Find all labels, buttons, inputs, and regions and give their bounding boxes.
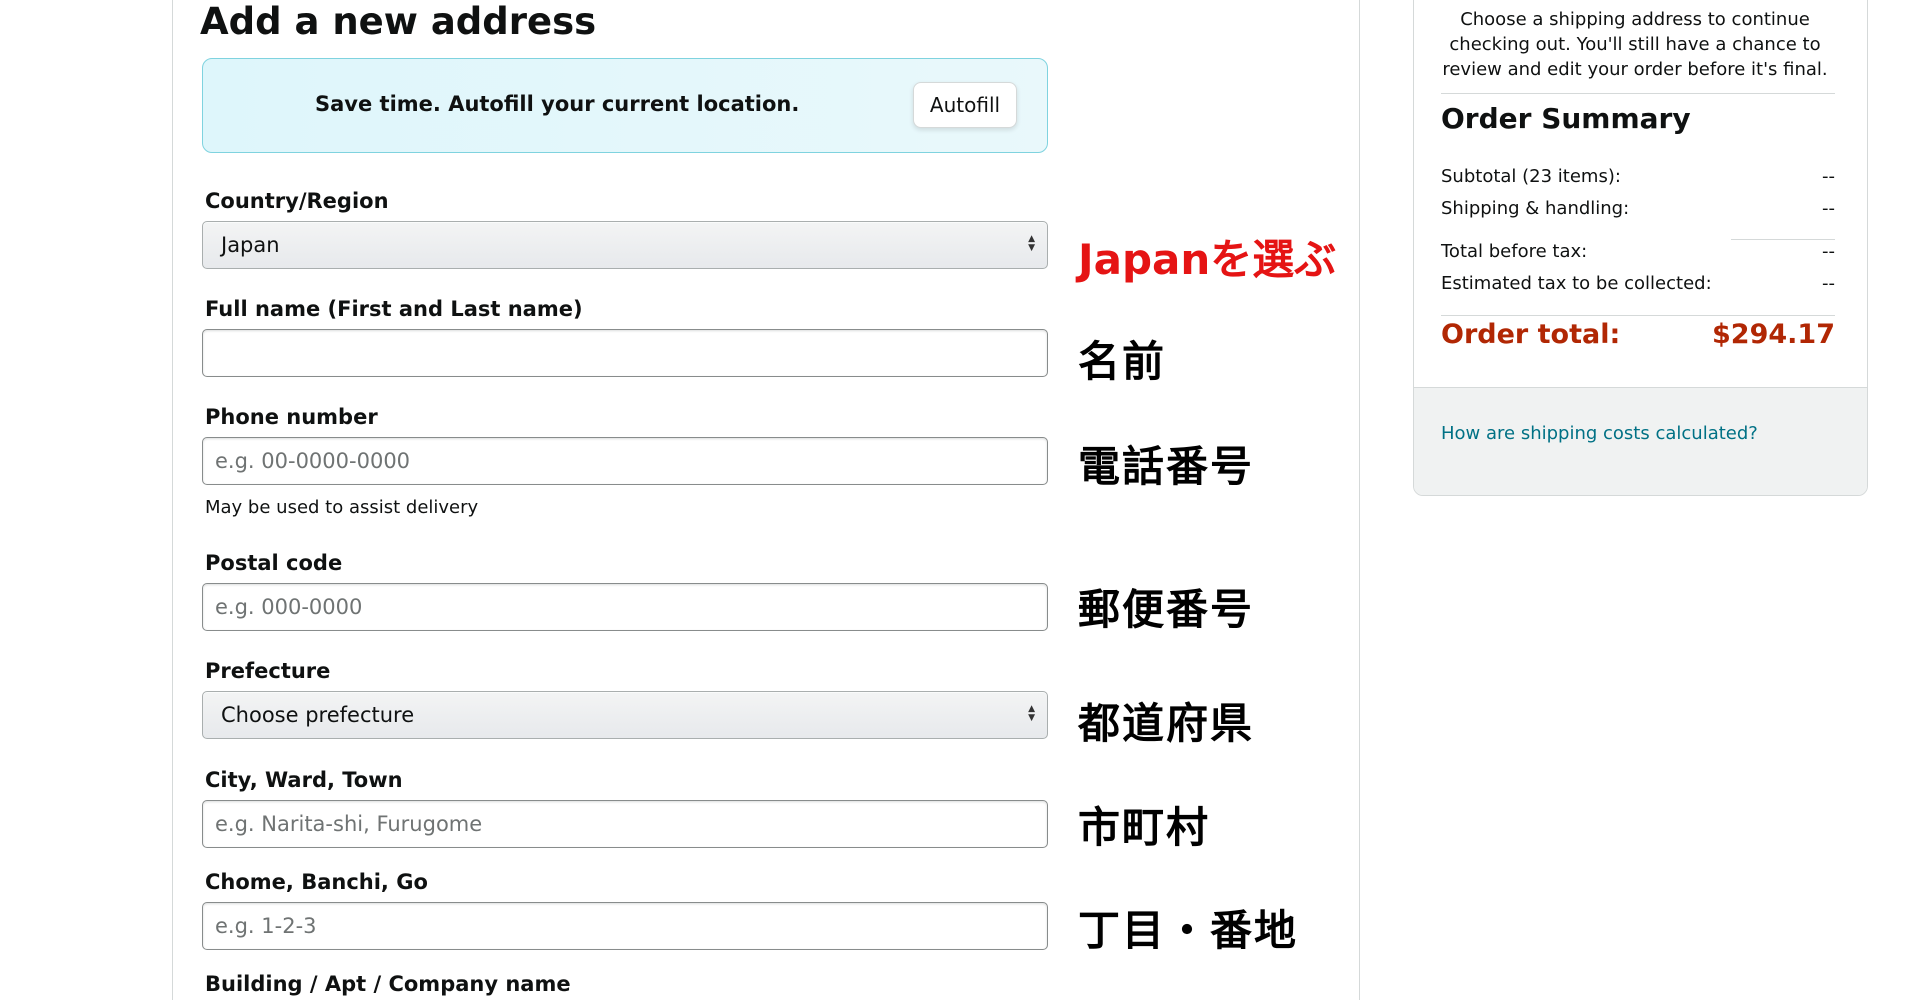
autofill-button[interactable]: Autofill xyxy=(913,82,1017,128)
building-label: Building / Apt / Company name xyxy=(205,972,571,996)
phone-label: Phone number xyxy=(205,405,378,429)
order-total-value: $294.17 xyxy=(1712,319,1835,350)
annotation-country: Japanを選ぶ xyxy=(1078,235,1337,284)
annotation-prefecture: 都道府県 xyxy=(1078,699,1255,748)
select-arrows-icon: ▲ ▼ xyxy=(1028,234,1035,253)
full-name-input[interactable] xyxy=(202,329,1048,377)
full-name-label: Full name (First and Last name) xyxy=(205,297,583,321)
prefecture-select-value: Choose prefecture xyxy=(221,703,415,727)
chome-label: Chome, Banchi, Go xyxy=(205,870,428,894)
autofill-text: Save time. Autofill your current locatio… xyxy=(315,92,800,116)
prefecture-select[interactable]: Choose prefecture ▲ ▼ xyxy=(202,691,1048,739)
annotation-postal-code: 郵便番号 xyxy=(1078,585,1255,634)
postal-code-label: Postal code xyxy=(205,551,343,575)
shipping-costs-link[interactable]: How are shipping costs calculated? xyxy=(1441,423,1758,444)
autofill-banner: Save time. Autofill your current locatio… xyxy=(202,58,1048,153)
annotation-phone: 電話番号 xyxy=(1078,442,1255,491)
summary-divider xyxy=(1731,239,1835,240)
tax-label: Estimated tax to be collected: xyxy=(1441,273,1712,294)
subtotal-value: -- xyxy=(1822,166,1835,187)
city-label: City, Ward, Town xyxy=(205,768,403,792)
tax-value: -- xyxy=(1822,273,1835,294)
country-select[interactable]: Japan ▲ ▼ xyxy=(202,221,1048,269)
summary-divider xyxy=(1441,315,1835,316)
shipping-value: -- xyxy=(1822,198,1835,219)
phone-helper-text: May be used to assist delivery xyxy=(205,497,479,518)
annotation-full-name: 名前 xyxy=(1078,337,1167,386)
order-summary-title: Order Summary xyxy=(1441,102,1691,135)
order-summary-card: Choose a shipping address to continue ch… xyxy=(1413,0,1868,496)
order-total-label: Order total: xyxy=(1441,319,1621,350)
chome-input[interactable] xyxy=(202,902,1048,950)
annotation-city: 市町村 xyxy=(1078,803,1211,852)
country-select-value: Japan xyxy=(221,233,280,257)
order-total-row: Order total: $294.17 xyxy=(1441,319,1835,350)
page-title: Add a new address xyxy=(200,0,597,43)
prefecture-label: Prefecture xyxy=(205,659,331,683)
city-input[interactable] xyxy=(202,800,1048,848)
country-label: Country/Region xyxy=(205,189,389,213)
summary-footer: How are shipping costs calculated? xyxy=(1414,387,1867,495)
postal-code-input[interactable] xyxy=(202,583,1048,631)
summary-divider xyxy=(1441,93,1835,94)
before-tax-label: Total before tax: xyxy=(1441,241,1588,262)
annotation-chome: 丁目・番地 xyxy=(1078,906,1299,955)
select-arrows-icon: ▲ ▼ xyxy=(1028,704,1035,723)
summary-intro-text: Choose a shipping address to continue ch… xyxy=(1442,9,1828,80)
subtotal-label: Subtotal (23 items): xyxy=(1441,166,1621,187)
before-tax-value: -- xyxy=(1822,241,1835,262)
shipping-label: Shipping & handling: xyxy=(1441,198,1630,219)
phone-input[interactable] xyxy=(202,437,1048,485)
